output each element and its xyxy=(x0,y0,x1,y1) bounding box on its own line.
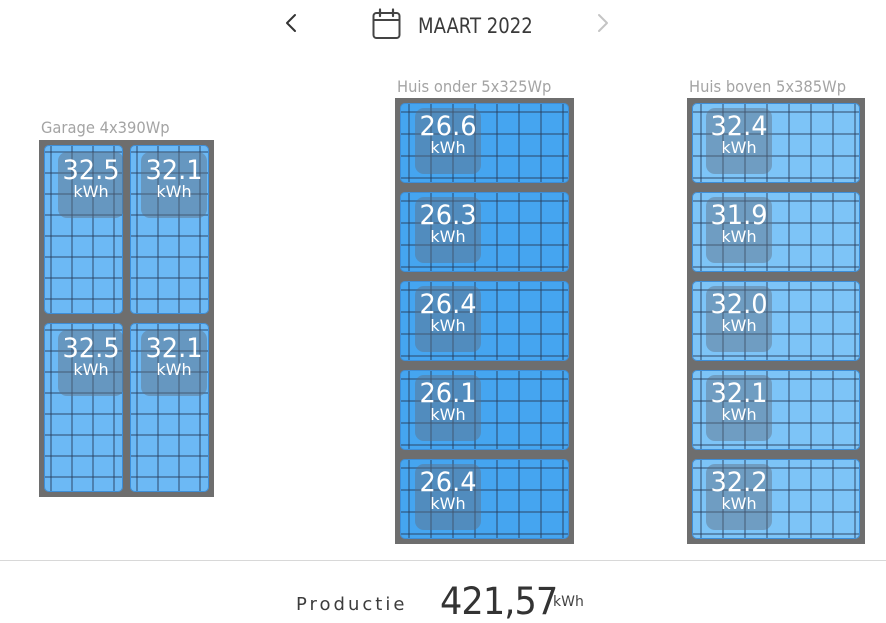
solar-panel[interactable]: 32.0 kWh xyxy=(689,278,863,364)
panel-yield-badge: 32.1 kWh xyxy=(141,330,207,396)
solar-panel[interactable]: 32.5 kWh xyxy=(41,320,126,495)
panel-yield-unit: kWh xyxy=(721,227,757,246)
panel-yield-unit: kWh xyxy=(156,360,192,379)
panel-yield-unit: kWh xyxy=(430,494,466,513)
panel-yield-unit: kWh xyxy=(430,227,466,246)
solar-panel[interactable]: 26.4 kWh xyxy=(397,456,572,542)
panel-yield-value: 32.1 xyxy=(710,378,768,409)
solar-panel[interactable]: 26.1 kWh xyxy=(397,367,572,453)
calendar-icon xyxy=(372,8,401,39)
panel-yield-unit: kWh xyxy=(430,138,466,157)
panel-array-garage: 32.5 kWh 32.1 kWh 32.5 kWh 32.1 kWh xyxy=(39,140,214,497)
panel-yield-value: 32.4 xyxy=(710,111,768,142)
panel-yield-badge: 26.6 kWh xyxy=(415,108,481,174)
solar-panel[interactable]: 32.2 kWh xyxy=(689,456,863,542)
panel-yield-badge: 26.1 kWh xyxy=(415,375,481,441)
footer-divider xyxy=(0,560,886,561)
panel-yield-unit: kWh xyxy=(721,138,757,157)
production-total: 421,57 xyxy=(440,580,558,623)
solar-panel[interactable]: 32.5 kWh xyxy=(41,142,126,317)
panel-yield-unit: kWh xyxy=(430,405,466,424)
panel-yield-value: 26.3 xyxy=(419,200,477,231)
solar-panel[interactable]: 31.9 kWh xyxy=(689,189,863,275)
production-label: Productie xyxy=(296,594,408,615)
solar-panel[interactable]: 26.6 kWh xyxy=(397,100,572,186)
solar-panel[interactable]: 26.3 kWh xyxy=(397,189,572,275)
panel-yield-badge: 26.3 kWh xyxy=(415,197,481,263)
panel-yield-value: 26.6 xyxy=(419,111,477,142)
group-label-huis-onder: Huis onder 5x325Wp xyxy=(397,77,552,96)
calendar-button[interactable] xyxy=(371,8,402,40)
panel-yield-badge: 32.1 kWh xyxy=(141,152,207,218)
current-month-label: MAART 2022 xyxy=(418,14,533,38)
panel-yield-value: 26.4 xyxy=(419,467,477,498)
next-month-button[interactable] xyxy=(588,8,618,38)
panel-yield-badge: 32.0 kWh xyxy=(706,286,772,352)
chevron-right-icon xyxy=(598,14,608,32)
panel-yield-value: 32.1 xyxy=(145,155,203,186)
panel-yield-badge: 32.1 kWh xyxy=(706,375,772,441)
previous-month-button[interactable] xyxy=(276,8,306,38)
panel-yield-value: 26.1 xyxy=(419,378,477,409)
solar-panel[interactable]: 32.1 kWh xyxy=(127,320,212,495)
group-label-garage: Garage 4x390Wp xyxy=(41,118,170,137)
panel-yield-badge: 26.4 kWh xyxy=(415,464,481,530)
panel-yield-value: 32.5 xyxy=(62,155,120,186)
panel-array-huis-onder: 26.6 kWh 26.3 kWh 26.4 kWh 26.1 kWh 26.4… xyxy=(395,98,574,544)
panel-yield-value: 26.4 xyxy=(419,289,477,320)
panel-yield-badge: 26.4 kWh xyxy=(415,286,481,352)
panel-yield-value: 32.1 xyxy=(145,333,203,364)
solar-panel[interactable]: 26.4 kWh xyxy=(397,278,572,364)
solar-panel[interactable]: 32.4 kWh xyxy=(689,100,863,186)
chevron-left-icon xyxy=(286,14,296,32)
panel-yield-value: 32.0 xyxy=(710,289,768,320)
panel-yield-unit: kWh xyxy=(156,182,192,201)
production-unit: kWh xyxy=(553,594,584,610)
panel-yield-badge: 32.5 kWh xyxy=(58,152,124,218)
panel-yield-value: 32.2 xyxy=(710,467,768,498)
panel-yield-unit: kWh xyxy=(73,182,109,201)
panel-yield-value: 31.9 xyxy=(710,200,768,231)
panel-array-huis-boven: 32.4 kWh 31.9 kWh 32.0 kWh 32.1 kWh 32.2… xyxy=(687,98,865,544)
solar-panel[interactable]: 32.1 kWh xyxy=(127,142,212,317)
panel-yield-unit: kWh xyxy=(721,316,757,335)
panel-yield-unit: kWh xyxy=(430,316,466,335)
panel-yield-unit: kWh xyxy=(721,405,757,424)
panel-yield-badge: 32.2 kWh xyxy=(706,464,772,530)
solar-panel[interactable]: 32.1 kWh xyxy=(689,367,863,453)
panel-yield-unit: kWh xyxy=(721,494,757,513)
panel-yield-value: 32.5 xyxy=(62,333,120,364)
group-label-huis-boven: Huis boven 5x385Wp xyxy=(689,77,847,96)
panel-yield-unit: kWh xyxy=(73,360,109,379)
panel-yield-badge: 32.4 kWh xyxy=(706,108,772,174)
panel-yield-badge: 31.9 kWh xyxy=(706,197,772,263)
panel-yield-badge: 32.5 kWh xyxy=(58,330,124,396)
